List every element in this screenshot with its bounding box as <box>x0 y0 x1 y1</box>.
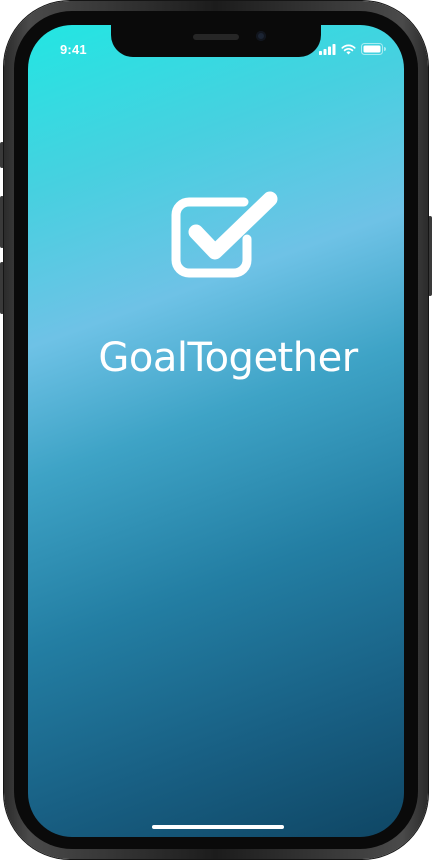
checkbox-checked-icon <box>171 191 278 278</box>
status-icons <box>319 43 386 55</box>
battery-icon <box>361 43 386 55</box>
splash-screen: 9:41 GoalTogether <box>28 25 404 837</box>
app-title: GoalTogether <box>98 335 358 381</box>
speaker-grille <box>193 34 239 40</box>
cellular-signal-icon <box>319 43 336 55</box>
front-camera-icon <box>256 31 266 41</box>
power-button <box>428 216 432 296</box>
home-indicator[interactable] <box>152 825 284 829</box>
status-time: 9:41 <box>60 42 87 57</box>
notch <box>111 25 321 57</box>
wifi-icon <box>341 44 356 54</box>
